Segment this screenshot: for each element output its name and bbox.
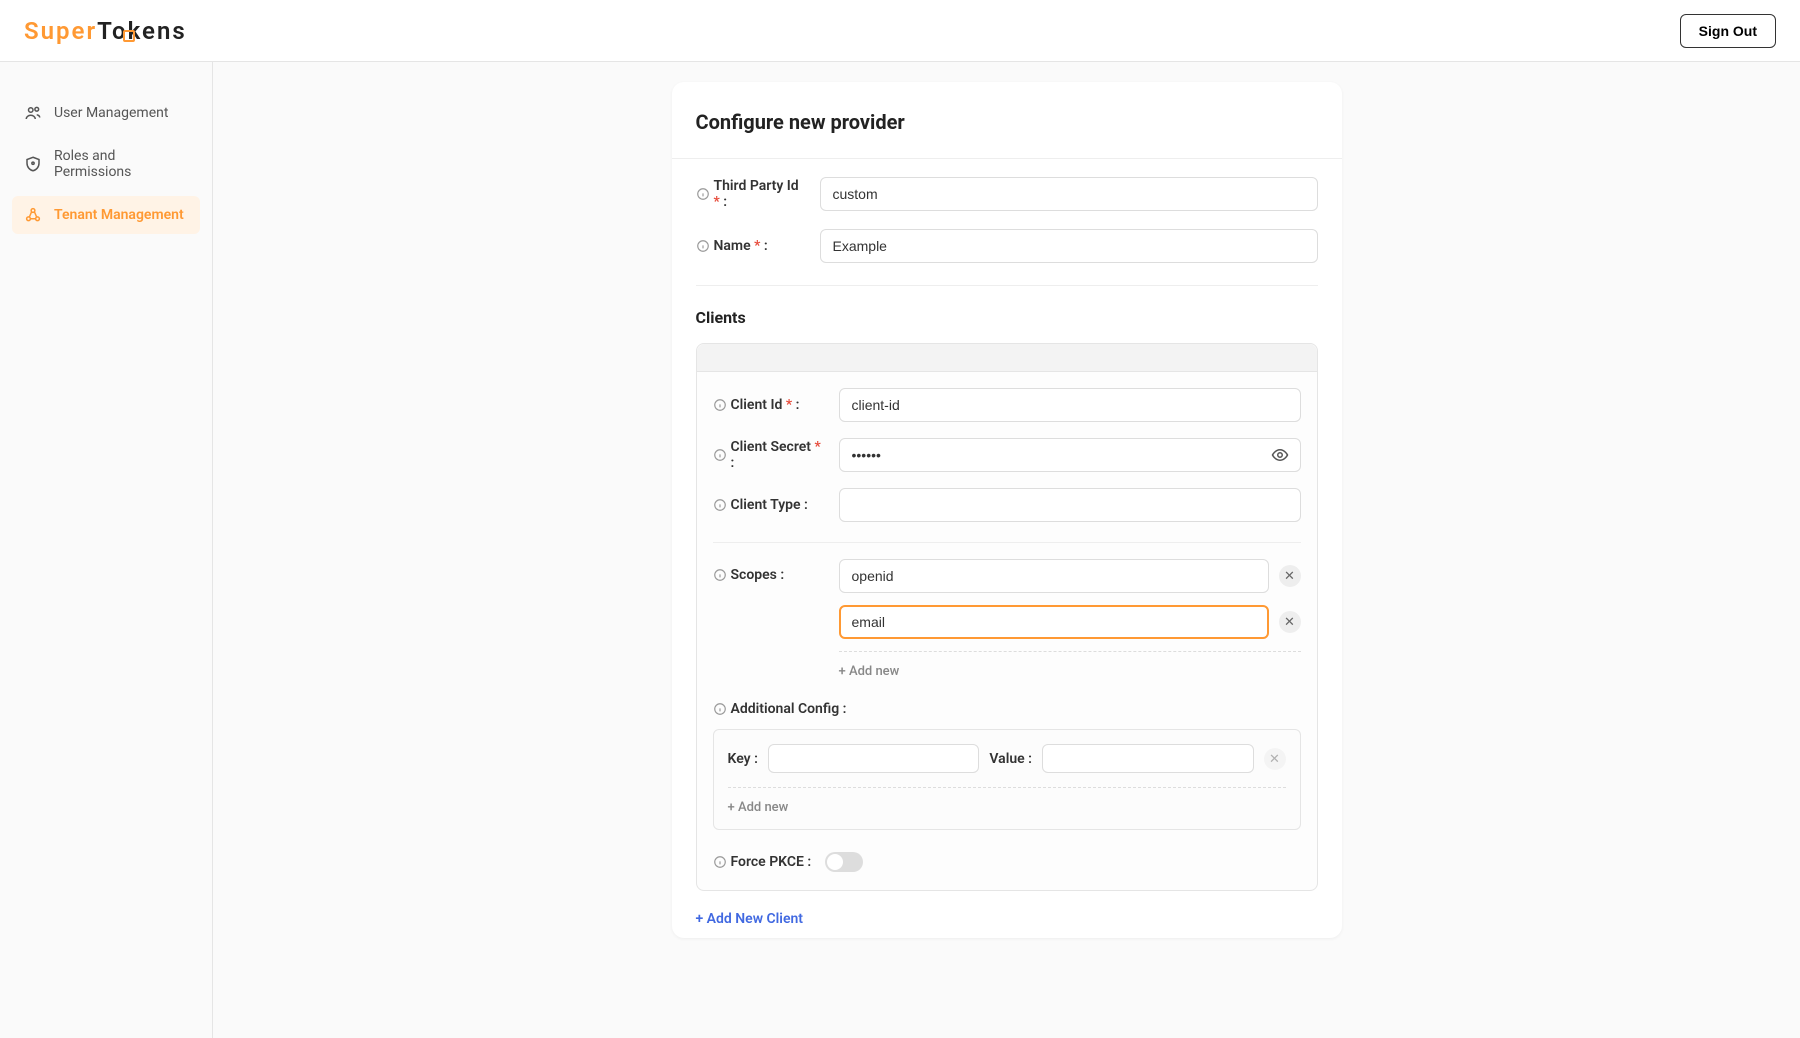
sidebar-item-tenant-management[interactable]: Tenant Management <box>12 196 200 234</box>
sign-out-button[interactable]: Sign Out <box>1680 14 1776 48</box>
required-mark: * <box>714 194 720 210</box>
client-secret-input[interactable] <box>839 438 1301 472</box>
info-icon <box>713 448 727 462</box>
info-icon <box>713 568 727 582</box>
sidebar-item-label: Roles and Permissions <box>54 148 188 180</box>
info-icon <box>696 187 710 201</box>
client-secret-label: Client Secret * : <box>713 439 825 471</box>
scopes-label: Scopes : <box>713 567 825 583</box>
sidebar-item-label: User Management <box>54 105 168 121</box>
value-input[interactable] <box>1042 744 1254 773</box>
third-party-id-label: Third Party Id * : <box>696 178 806 210</box>
info-icon <box>713 855 727 869</box>
sidebar-item-user-management[interactable]: User Management <box>12 94 200 132</box>
tenant-icon <box>24 206 42 224</box>
scope-line: ✕ <box>839 605 1301 639</box>
value-label: Value : <box>989 751 1032 767</box>
scope-line: ✕ <box>839 559 1301 593</box>
force-pkce-label: Force PKCE : <box>713 854 812 870</box>
info-icon <box>713 498 727 512</box>
scope-input-0[interactable] <box>839 559 1269 593</box>
logo-tokens: Tokens <box>97 17 187 45</box>
info-icon <box>713 398 727 412</box>
users-icon <box>24 104 42 122</box>
shield-icon <box>24 155 42 173</box>
scopes-row: Scopes : ✕ ✕ + Add new <box>713 559 1301 679</box>
remove-kv-button[interactable]: ✕ <box>1264 748 1286 770</box>
third-party-id-input[interactable] <box>820 177 1318 211</box>
name-input[interactable] <box>820 229 1318 263</box>
client-secret-row: Client Secret * : <box>713 438 1301 472</box>
additional-config-box: Key : Value : ✕ + Add new <box>713 729 1301 830</box>
key-label: Key : <box>728 751 758 767</box>
clients-heading: Clients <box>672 286 1342 343</box>
main: Configure new provider Third Party Id * … <box>213 62 1800 1038</box>
key-input[interactable] <box>768 744 980 773</box>
client-type-label: Client Type : <box>713 497 825 513</box>
client-id-row: Client Id * : <box>713 388 1301 422</box>
sidebar-item-label: Tenant Management <box>54 207 184 223</box>
sidebar-item-roles-permissions[interactable]: Roles and Permissions <box>12 138 200 190</box>
kv-row: Key : Value : ✕ <box>728 744 1286 773</box>
client-box-header <box>697 344 1317 372</box>
scope-input-1[interactable] <box>839 605 1269 639</box>
force-pkce-row: Force PKCE : <box>713 852 1301 872</box>
info-icon <box>696 239 710 253</box>
logo-super: Super <box>24 17 97 45</box>
provider-card: Configure new provider Third Party Id * … <box>672 82 1342 938</box>
required-mark: * <box>754 238 760 254</box>
required-mark: * <box>814 439 820 455</box>
client-id-label: Client Id * : <box>713 397 825 413</box>
header: Super Tokens Sign Out <box>0 0 1800 62</box>
page-title: Configure new provider <box>672 110 1342 159</box>
divider <box>713 542 1301 543</box>
third-party-id-row: Third Party Id * : <box>696 177 1318 211</box>
required-mark: * <box>786 397 792 413</box>
client-type-input[interactable] <box>839 488 1301 522</box>
remove-scope-button[interactable]: ✕ <box>1279 611 1301 633</box>
add-new-client-button[interactable]: + Add New Client <box>672 891 1342 931</box>
client-box: Client Id * : Client Secret * : <box>696 343 1318 891</box>
additional-config-label: Additional Config : <box>713 701 1301 717</box>
logo: Super Tokens <box>24 17 187 45</box>
name-row: Name * : <box>696 229 1318 263</box>
info-icon <box>713 702 727 716</box>
force-pkce-toggle[interactable] <box>825 852 863 872</box>
remove-scope-button[interactable]: ✕ <box>1279 565 1301 587</box>
client-id-input[interactable] <box>839 388 1301 422</box>
eye-icon[interactable] <box>1271 446 1289 464</box>
sidebar: User Management Roles and Permissions Te… <box>0 62 213 1038</box>
name-label: Name * : <box>696 238 806 254</box>
client-type-row: Client Type : <box>713 488 1301 522</box>
add-scope-button[interactable]: + Add new <box>839 651 1301 679</box>
add-kv-button[interactable]: + Add new <box>728 787 1286 815</box>
